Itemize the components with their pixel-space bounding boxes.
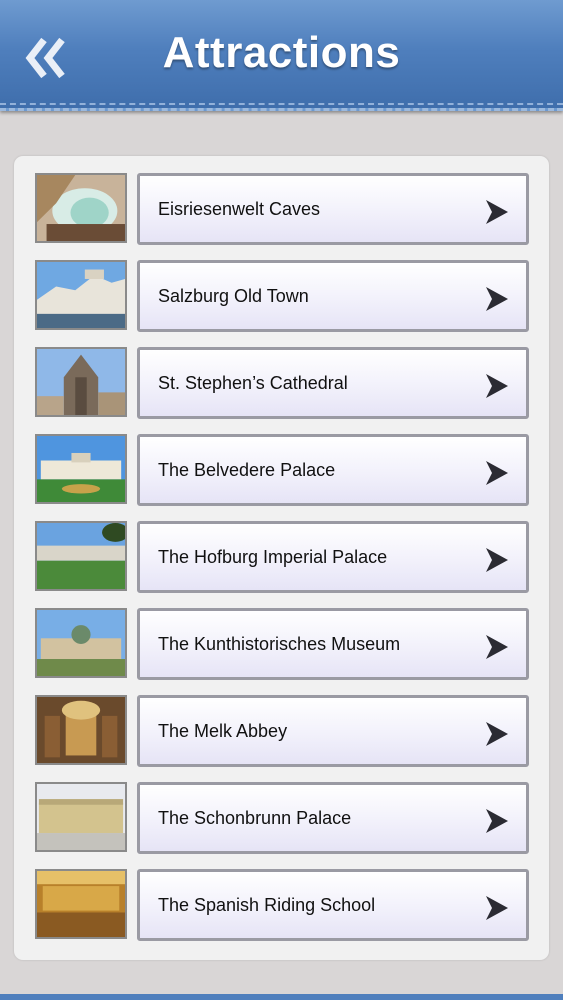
attraction-label: The Schonbrunn Palace xyxy=(158,808,352,828)
bottom-bar xyxy=(0,994,563,1000)
attraction-button[interactable]: The Belvedere Palace xyxy=(137,434,529,506)
attraction-label: Salzburg Old Town xyxy=(158,286,309,306)
attraction-button[interactable]: The Melk Abbey xyxy=(137,695,529,767)
thumbnail-image xyxy=(35,260,127,330)
chevron-right-icon xyxy=(486,461,508,485)
attraction-label: The Melk Abbey xyxy=(158,721,288,741)
thumbnail-image xyxy=(35,695,127,765)
chevron-right-icon xyxy=(486,635,508,659)
list-item: The Belvedere Palace xyxy=(35,434,531,506)
list-item: The Hofburg Imperial Palace xyxy=(35,521,531,593)
list-item: The Spanish Riding School xyxy=(35,869,531,941)
chevron-right-icon xyxy=(486,548,508,572)
thumbnail-image xyxy=(35,173,127,243)
attraction-button[interactable]: The Hofburg Imperial Palace xyxy=(137,521,529,593)
attraction-button[interactable]: Salzburg Old Town xyxy=(137,260,529,332)
chevron-right-icon xyxy=(486,374,508,398)
thumbnail-image xyxy=(35,869,127,939)
attraction-button[interactable]: The Schonbrunn Palace xyxy=(137,782,529,854)
list-item: Salzburg Old Town xyxy=(35,260,531,332)
thumbnail-image xyxy=(35,782,127,852)
chevron-right-icon xyxy=(486,287,508,311)
chevron-right-icon xyxy=(486,722,508,746)
thumbnail-image xyxy=(35,608,127,678)
list-item: The Kunthistorisches Museum xyxy=(35,608,531,680)
thumbnail-image xyxy=(35,347,127,417)
attraction-label: The Kunthistorisches Museum xyxy=(158,634,401,654)
attraction-button[interactable]: The Spanish Riding School xyxy=(137,869,529,941)
attraction-button[interactable]: Eisriesenwelt Caves xyxy=(137,173,529,245)
list-item: Eisriesenwelt Caves xyxy=(35,173,531,245)
list-item: St. Stephen’s Cathedral xyxy=(35,347,531,419)
list-item: The Schonbrunn Palace xyxy=(35,782,531,854)
chevron-right-icon xyxy=(486,896,508,920)
thumbnail-image xyxy=(35,434,127,504)
page-title: Attractions xyxy=(162,28,401,77)
attraction-label: St. Stephen’s Cathedral xyxy=(158,373,348,393)
list-item: The Melk Abbey xyxy=(35,695,531,767)
attraction-label: The Belvedere Palace xyxy=(158,460,336,480)
top-bar: Attractions xyxy=(0,0,563,111)
attraction-label: The Hofburg Imperial Palace xyxy=(158,547,388,567)
attraction-label: Eisriesenwelt Caves xyxy=(158,199,321,219)
attractions-list: Eisriesenwelt Caves Salzburg Old Town St… xyxy=(14,156,549,960)
attraction-button[interactable]: St. Stephen’s Cathedral xyxy=(137,347,529,419)
attraction-label: The Spanish Riding School xyxy=(158,895,376,915)
chevron-right-icon xyxy=(486,200,508,224)
chevron-right-icon xyxy=(486,809,508,833)
thumbnail-image xyxy=(35,521,127,591)
attraction-button[interactable]: The Kunthistorisches Museum xyxy=(137,608,529,680)
